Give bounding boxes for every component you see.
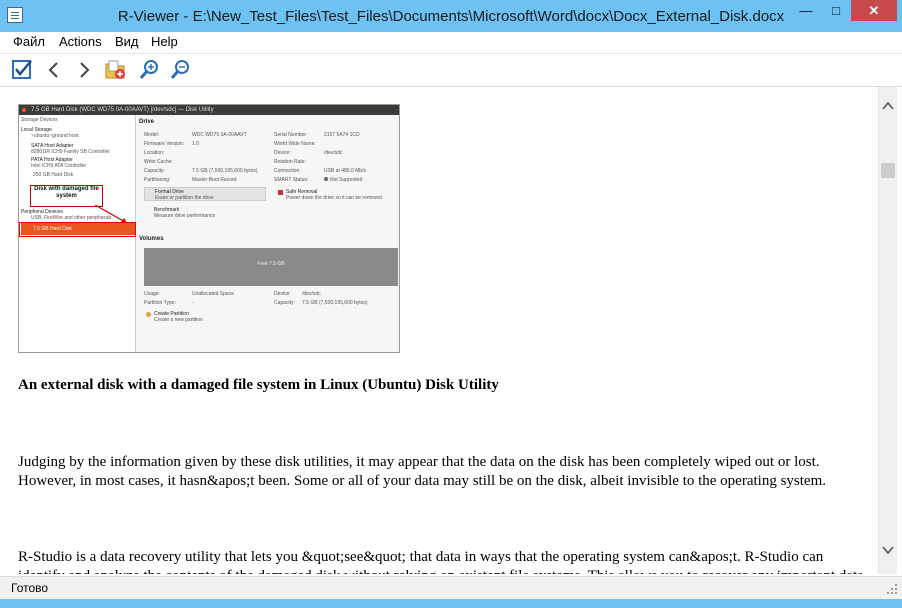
embedded-volume-bar: Free 7.5 GB — [144, 248, 398, 286]
scroll-thumb[interactable] — [881, 163, 895, 178]
embedded-drive-label: Location: — [144, 150, 165, 156]
status-bar: Готово — [0, 576, 902, 599]
embedded-drive-label: Firmware Version: — [144, 141, 185, 147]
embedded-create-partition-sub: Create a new partition — [154, 317, 203, 323]
scroll-down-arrow-icon[interactable] — [881, 543, 895, 557]
embedded-sidebar-header: Storage Devices — [21, 117, 58, 123]
embedded-drive-value-right: USB at 480.0 Mb/s — [324, 168, 366, 174]
embedded-drive-label: Partitioning: — [144, 177, 171, 183]
open-folder-icon[interactable] — [104, 58, 128, 82]
embedded-drive-label: Write Cache: — [144, 159, 173, 165]
embedded-volume-value: Unallocated Space — [192, 291, 234, 297]
embedded-sata-adapter-2-sub: Intel ICH9 ATA Controller — [31, 163, 87, 169]
forward-arrow-icon[interactable] — [72, 58, 96, 82]
resize-grip-icon[interactable] — [886, 583, 898, 595]
embedded-volume-label: Usage: — [144, 291, 160, 297]
embedded-volume-value: - — [192, 300, 194, 306]
embedded-drive-value: 1.0 — [192, 141, 199, 147]
embedded-drive-value: WDC WD75 0A-00AAVT — [192, 132, 247, 138]
close-button[interactable]: ✕ — [851, 0, 897, 21]
embedded-safe-removal-sub: Power down the drive so it can be remove… — [286, 195, 382, 201]
paragraph-2: R-Studio is a data recovery utility that… — [18, 549, 864, 574]
scroll-up-arrow-icon[interactable] — [881, 99, 895, 113]
embedded-drive-value-right: /dev/sdc — [324, 150, 343, 156]
back-arrow-icon[interactable] — [42, 58, 66, 82]
embedded-volume-label: Partition Type: — [144, 300, 176, 306]
zoom-in-icon[interactable] — [138, 58, 162, 82]
embedded-benchmark-sub: Measure drive performance — [154, 213, 216, 219]
zoom-out-icon[interactable] — [169, 58, 193, 82]
embedded-drive-label: Model: — [144, 132, 160, 138]
window-title: R-Viewer - E:\New_Test_Files\Test_Files\… — [117, 8, 785, 25]
embedded-drive-value-right: Not Supported — [330, 177, 363, 183]
embedded-sidebar: Storage Devices Local Storage ~ubuntu~gr… — [19, 115, 136, 352]
embedded-drive-label-right: World Wide Name: — [274, 141, 316, 147]
embedded-screenshot: 7.5 GB Hard Disk (WDC WD75 0A-00AAVT) [/… — [18, 104, 400, 353]
embedded-drive-label-right: Rotation Rate: — [274, 159, 306, 165]
document-view[interactable]: 7.5 GB Hard Disk (WDC WD75 0A-00AAVT) [/… — [0, 87, 878, 574]
menu-help[interactable]: Help — [151, 34, 178, 49]
embedded-drive-label-right: Device: — [274, 150, 291, 156]
figure-caption: An external disk with a damaged file sys… — [18, 377, 499, 393]
embedded-drive-label-right: Serial Number: — [274, 132, 308, 138]
checkbox-icon[interactable] — [10, 58, 34, 82]
callout-label: Disk with damaged file system — [30, 185, 103, 207]
embedded-main-pane: Drive Model: Firmware Version: Location:… — [136, 115, 399, 352]
toolbar — [0, 54, 902, 87]
embedded-volume-value-right: 7.5 GB (7,500,195,600 bytes) — [302, 300, 368, 306]
embedded-drive-value: Master Boot Record — [192, 177, 237, 183]
status-text: Готово — [11, 581, 49, 595]
vertical-scrollbar[interactable] — [878, 87, 897, 574]
menu-view[interactable]: Вид — [115, 34, 139, 49]
embedded-volume-label-right: Capacity: — [274, 300, 295, 306]
menu-bar: Файл Actions Вид Help — [0, 32, 902, 54]
embedded-volume-value-right: /dev/sdc — [302, 291, 321, 297]
maximize-button[interactable]: □ — [822, 0, 850, 21]
embedded-volume-bar-text: Free 7.5 GB — [257, 261, 285, 267]
embedded-sata-adapter-1-sub: 82801IR ICH9 Family SB Controller — [31, 149, 110, 155]
menu-actions[interactable]: Actions — [59, 34, 102, 49]
embedded-drive-value-right: 2157 5A74 1CD — [324, 132, 360, 138]
callout-arrow — [94, 205, 128, 224]
window-frame-bottom — [0, 599, 902, 608]
embedded-volumes-header: Volumes — [139, 236, 164, 242]
minimize-button[interactable]: — — [792, 0, 820, 21]
embedded-drive-label-right: Connection: — [274, 168, 301, 174]
paragraph-1: Judging by the information given by thes… — [18, 454, 826, 489]
smart-status-icon — [324, 177, 328, 181]
embedded-drive-header: Drive — [139, 119, 155, 125]
menu-file[interactable]: Файл — [13, 34, 45, 49]
safe-removal-icon — [278, 190, 283, 195]
embedded-format-drive-sub: Erase or partition the drive — [155, 195, 214, 201]
embedded-drive-label-right: SMART Status: — [274, 177, 309, 183]
embedded-volume-label-right: Device: — [274, 291, 291, 297]
embedded-hard-disk-item: 250 GB Hard Disk — [33, 172, 74, 178]
embedded-local-storage-sub: ~ubuntu~ground host — [31, 133, 79, 139]
create-partition-icon — [146, 312, 151, 317]
embedded-format-drive-button: Format Drive Erase or partition the driv… — [144, 187, 266, 201]
embedded-window-title: 7.5 GB Hard Disk (WDC WD75 0A-00AAVT) [/… — [19, 105, 399, 115]
embedded-drive-label: Capacity: — [144, 168, 165, 174]
title-bar: R-Viewer - E:\New_Test_Files\Test_Files\… — [0, 0, 902, 32]
embedded-drive-value: 7.5 GB (7,500,195,600 bytes) — [192, 168, 258, 174]
